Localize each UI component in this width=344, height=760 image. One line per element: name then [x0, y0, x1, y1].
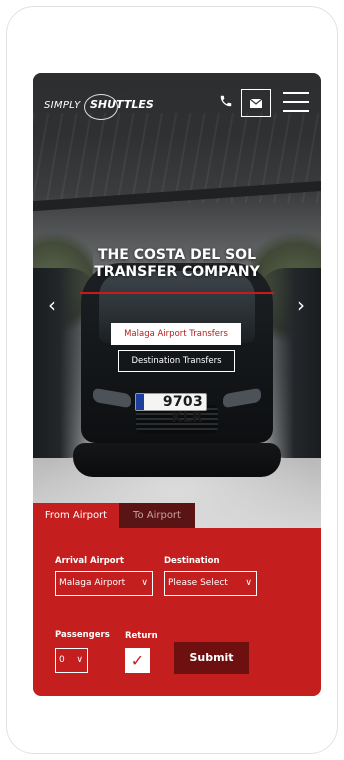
- logo-shuttles-text: SHUTTLES: [90, 98, 154, 111]
- license-plate: 9703 KLR: [135, 393, 207, 426]
- hamburger-menu-icon[interactable]: [283, 91, 309, 113]
- menu-line: [283, 101, 309, 103]
- checkmark-icon: ✓: [130, 651, 145, 670]
- mail-icon: [250, 98, 262, 108]
- hero-title-line2: TRANSFER COMPANY: [94, 264, 260, 280]
- logo-simply-text: SIMPLY: [44, 100, 81, 111]
- simply-shuttles-logo[interactable]: SIMPLY SHUTTLES: [44, 94, 154, 120]
- tab-to-airport[interactable]: To Airport: [119, 503, 195, 528]
- tab-from-airport[interactable]: From Airport: [33, 503, 119, 528]
- hero-banner: 9703 KLR THE COSTA DEL SOL TRANSFER COMP…: [33, 73, 321, 528]
- van-bumper: [73, 443, 281, 477]
- submit-button[interactable]: Submit: [174, 642, 249, 674]
- site-header: SIMPLY SHUTTLES: [33, 73, 321, 135]
- arrival-airport-value: Malaga Airport: [59, 578, 126, 588]
- hero-title-line1: THE COSTA DEL SOL: [97, 247, 257, 263]
- passengers-value: 0: [59, 655, 65, 665]
- destination-value: Please Select: [168, 578, 228, 588]
- chevron-down-icon: ∨: [141, 578, 148, 588]
- mobile-screen: 9703 KLR THE COSTA DEL SOL TRANSFER COMP…: [33, 73, 321, 696]
- mail-button[interactable]: [241, 89, 271, 117]
- destination-label: Destination: [164, 556, 220, 566]
- menu-line: [283, 92, 309, 94]
- chevron-down-icon: ∨: [245, 578, 252, 588]
- hero-title: THE COSTA DEL SOL TRANSFER COMPANY: [33, 247, 321, 281]
- booking-form: Arrival Airport Malaga Airport ∨ Destina…: [33, 528, 321, 696]
- hero-title-underline: [80, 292, 274, 294]
- menu-line: [283, 110, 309, 112]
- chevron-down-icon: ∨: [76, 655, 83, 665]
- carousel-prev-arrow-icon[interactable]: ‹: [44, 293, 60, 317]
- malaga-airport-transfers-button[interactable]: Malaga Airport Transfers: [111, 323, 241, 345]
- carousel-next-arrow-icon[interactable]: ›: [293, 293, 309, 317]
- return-label: Return: [125, 631, 158, 641]
- destination-select[interactable]: Please Select ∨: [164, 571, 257, 596]
- passengers-label: Passengers: [55, 630, 110, 640]
- arrival-airport-select[interactable]: Malaga Airport ∨: [55, 571, 153, 596]
- arrival-airport-label: Arrival Airport: [55, 556, 124, 566]
- return-checkbox[interactable]: ✓: [125, 648, 150, 673]
- phone-icon[interactable]: [219, 94, 235, 110]
- eu-band: [136, 394, 144, 410]
- destination-transfers-button[interactable]: Destination Transfers: [118, 350, 235, 372]
- passengers-select[interactable]: 0 ∨: [55, 648, 88, 673]
